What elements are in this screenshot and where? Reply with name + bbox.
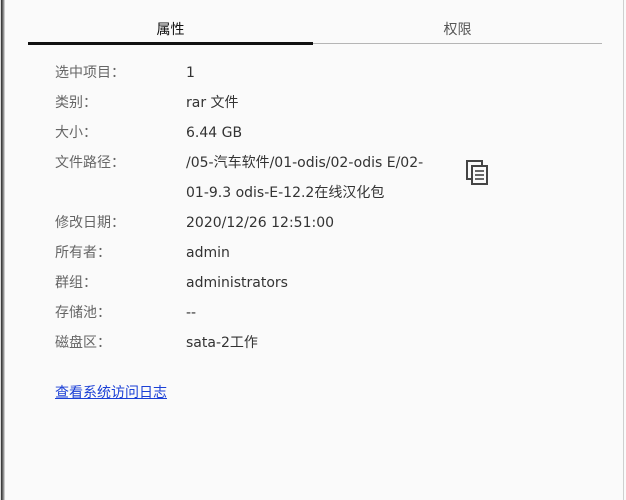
tab-permissions[interactable]: 权限 bbox=[313, 17, 602, 43]
row-label: 群组： bbox=[55, 275, 97, 291]
tab-properties[interactable]: 属性 bbox=[28, 17, 313, 45]
row-value: -- bbox=[186, 305, 197, 321]
row-value: 2020/12/26 12:51:00 bbox=[186, 215, 335, 231]
row-value: sata-2工作 bbox=[186, 335, 258, 351]
row-value: 1 bbox=[186, 65, 195, 81]
row-label: 所有者： bbox=[55, 245, 111, 261]
tab-bar: 属性 权限 bbox=[28, 17, 602, 45]
row-value: administrators bbox=[186, 275, 288, 291]
window-edge bbox=[1, 0, 5, 500]
row-value: admin bbox=[186, 245, 230, 261]
row-label: 大小： bbox=[55, 125, 97, 141]
copy-icon bbox=[466, 160, 488, 185]
row-label: 磁盘区： bbox=[55, 335, 111, 351]
row-value: /05-汽车软件/01-odis/02-odis E/02-01-9.3 odi… bbox=[186, 155, 424, 201]
view-system-access-log-link[interactable]: 查看系统访问日志 bbox=[55, 382, 167, 402]
row-value: rar 文件 bbox=[186, 95, 239, 111]
properties-panel: 属性 权限 选中项目： 1 类别： rar 文件 大小： 6.44 GB 文件路… bbox=[0, 0, 624, 500]
row-label: 修改日期： bbox=[55, 215, 125, 231]
row-value: 6.44 GB bbox=[186, 125, 243, 141]
row-label: 选中项目： bbox=[55, 65, 125, 81]
row-label: 类别： bbox=[55, 95, 97, 111]
row-label: 存储池： bbox=[55, 305, 111, 321]
copy-path-button[interactable] bbox=[465, 159, 491, 187]
row-label: 文件路径： bbox=[55, 155, 125, 171]
